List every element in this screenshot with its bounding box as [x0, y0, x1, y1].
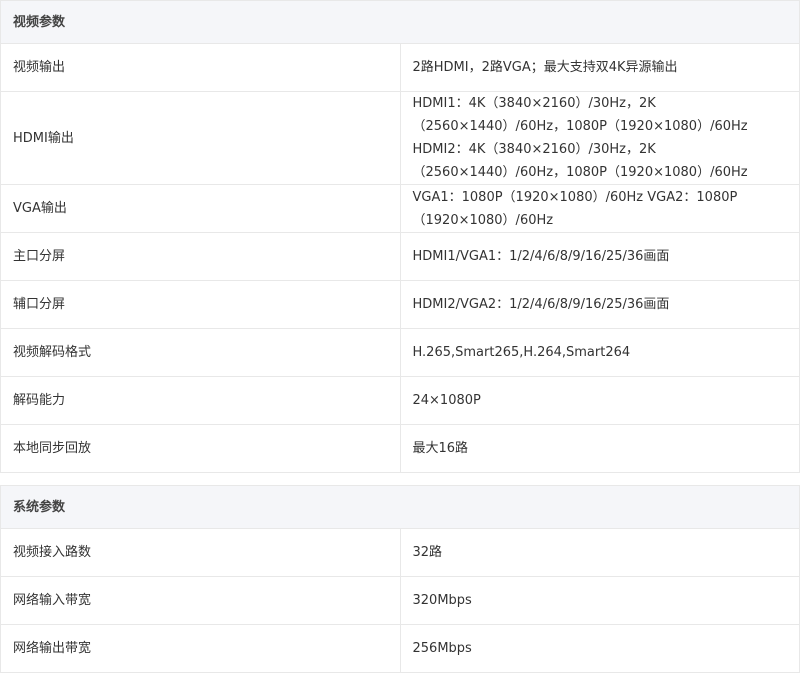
table-row: 主口分屏 HDMI1/VGA1：1/2/4/6/8/9/16/25/36画面	[0, 232, 800, 281]
table-row: 网络输入带宽 320Mbps	[0, 576, 800, 625]
table-row: VGA输出 VGA1：1080P（1920×1080）/60Hz VGA2：10…	[0, 184, 800, 233]
param-value: 2路HDMI，2路VGA；最大支持双4K异源输出	[399, 43, 800, 92]
param-name: 视频输出	[0, 43, 401, 92]
table-row: HDMI输出 HDMI1：4K（3840×2160）/30Hz，2K（2560×…	[0, 91, 800, 185]
param-name: 网络输出带宽	[0, 624, 401, 673]
table-row: 视频解码格式 H.265,Smart265,H.264,Smart264	[0, 328, 800, 377]
table-row: 视频接入路数 32路	[0, 528, 800, 577]
section-title: 视频参数	[0, 0, 800, 44]
section-header-video: 视频参数	[0, 0, 800, 44]
param-value: HDMI1：4K（3840×2160）/30Hz，2K（2560×1440）/6…	[399, 91, 800, 185]
table-row: 解码能力 24×1080P	[0, 376, 800, 425]
table-row: 辅口分屏 HDMI2/VGA2：1/2/4/6/8/9/16/25/36画面	[0, 280, 800, 329]
section-title: 系统参数	[0, 485, 800, 529]
param-name: 网络输入带宽	[0, 576, 401, 625]
system-params-table: 系统参数 视频接入路数 32路 网络输入带宽 320Mbps 网络输出带宽 25…	[0, 485, 800, 673]
section-header-system: 系统参数	[0, 485, 800, 529]
param-value: HDMI1/VGA1：1/2/4/6/8/9/16/25/36画面	[399, 232, 800, 281]
param-name: VGA输出	[0, 184, 401, 233]
table-row: 网络输出带宽 256Mbps	[0, 624, 800, 673]
param-name: 主口分屏	[0, 232, 401, 281]
table-row: 视频输出 2路HDMI，2路VGA；最大支持双4K异源输出	[0, 43, 800, 92]
param-value: 最大16路	[399, 424, 800, 473]
param-value: 32路	[399, 528, 800, 577]
param-name: 本地同步回放	[0, 424, 401, 473]
param-name: 视频接入路数	[0, 528, 401, 577]
param-value: HDMI2/VGA2：1/2/4/6/8/9/16/25/36画面	[399, 280, 800, 329]
spec-page: 视频参数 视频输出 2路HDMI，2路VGA；最大支持双4K异源输出 HDMI输…	[0, 0, 800, 673]
param-value: 320Mbps	[399, 576, 800, 625]
param-value: VGA1：1080P（1920×1080）/60Hz VGA2：1080P（19…	[399, 184, 800, 233]
param-name: 辅口分屏	[0, 280, 401, 329]
param-value: H.265,Smart265,H.264,Smart264	[399, 328, 800, 377]
param-value: 256Mbps	[399, 624, 800, 673]
param-name: HDMI输出	[0, 91, 401, 185]
param-name: 视频解码格式	[0, 328, 401, 377]
table-row: 本地同步回放 最大16路	[0, 424, 800, 473]
video-params-table: 视频参数 视频输出 2路HDMI，2路VGA；最大支持双4K异源输出 HDMI输…	[0, 0, 800, 473]
param-value: 24×1080P	[399, 376, 800, 425]
param-name: 解码能力	[0, 376, 401, 425]
